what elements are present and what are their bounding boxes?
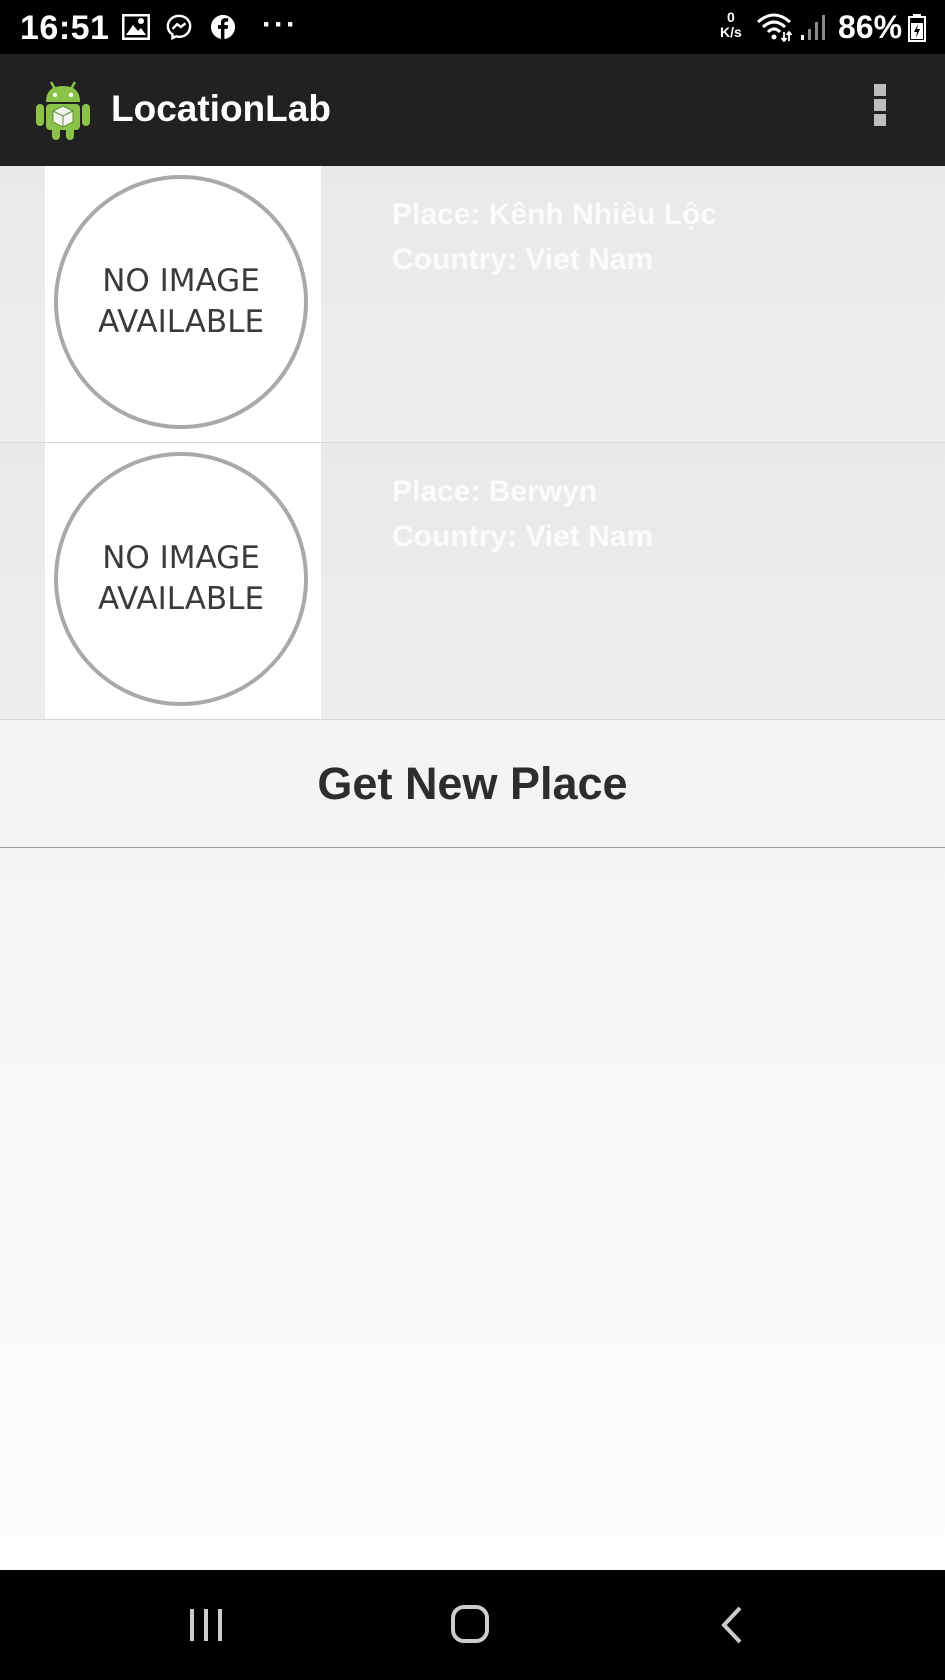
gallery-icon: [122, 14, 150, 40]
place-list-item[interactable]: NO IMAGE AVAILABLE Place: Kênh Nhiêu Lộc…: [0, 166, 945, 443]
place-thumbnail: NO IMAGE AVAILABLE: [45, 443, 321, 719]
app-bar: LocationLab: [0, 54, 945, 166]
no-image-placeholder: NO IMAGE AVAILABLE: [54, 452, 308, 706]
place-name: Place: Berwyn: [392, 475, 598, 508]
place-name: Place: Kênh Nhiêu Lộc: [392, 198, 718, 231]
status-time: 16:51: [20, 9, 110, 47]
status-bar: 16:51 ··· 0 K/s 86%: [0, 0, 945, 54]
recents-icon[interactable]: [176, 1602, 236, 1648]
overflow-menu-button[interactable]: [866, 84, 894, 136]
get-new-place-button[interactable]: Get New Place: [0, 720, 945, 848]
no-image-text: AVAILABLE: [97, 581, 265, 617]
wifi-icon: [757, 13, 792, 42]
battery-icon: [908, 14, 926, 42]
no-image-text: NO IMAGE: [102, 263, 260, 299]
place-thumbnail: NO IMAGE AVAILABLE: [45, 166, 321, 442]
battery-percentage: 86%: [838, 9, 903, 45]
empty-content-area: [0, 848, 945, 1570]
android-logo-icon: [36, 81, 90, 140]
no-image-placeholder: NO IMAGE AVAILABLE: [54, 175, 308, 429]
no-image-text: AVAILABLE: [97, 304, 265, 340]
network-speed-value: 0: [727, 9, 735, 25]
place-info: Place: Berwyn Country: Viet Nam: [392, 469, 653, 559]
place-list: NO IMAGE AVAILABLE Place: Kênh Nhiêu Lộc…: [0, 166, 945, 720]
place-country: Country: Viet Nam: [392, 520, 654, 553]
place-list-item[interactable]: NO IMAGE AVAILABLE Place: Berwyn Country…: [0, 443, 945, 720]
network-speed: 0 K/s: [720, 10, 742, 40]
overflow-menu-icon: [874, 84, 886, 96]
messenger-icon: [166, 14, 192, 40]
no-image-text: NO IMAGE: [102, 540, 260, 576]
place-info: Place: Kênh Nhiêu Lộc Country: Viet Nam: [392, 192, 717, 282]
overflow-menu-icon-dot: [874, 114, 886, 126]
more-notifications-icon: ···: [262, 8, 298, 41]
home-icon[interactable]: [440, 1602, 500, 1648]
facebook-icon: [210, 14, 236, 40]
back-icon[interactable]: [704, 1602, 764, 1648]
app-title: LocationLab: [111, 88, 331, 129]
overflow-menu-icon-dot: [874, 99, 886, 111]
navigation-bar: [0, 1570, 945, 1680]
signal-icon: [801, 15, 825, 40]
place-country: Country: Viet Nam: [392, 243, 654, 276]
network-speed-unit: K/s: [720, 24, 742, 40]
